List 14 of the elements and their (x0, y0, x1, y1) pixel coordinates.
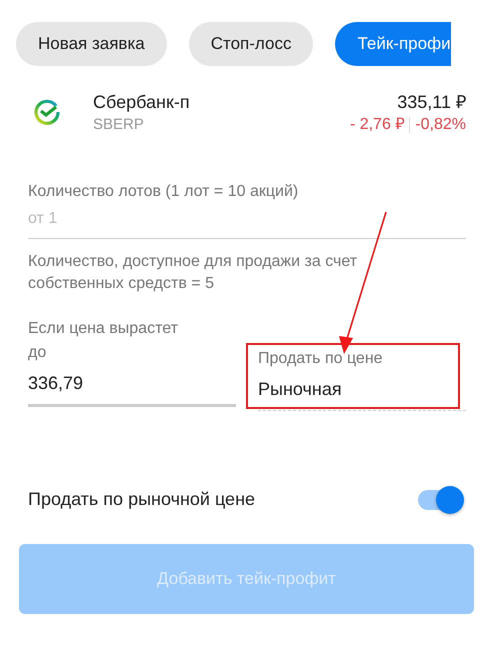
tab[interactable]: Тейк-профи (335, 22, 451, 66)
toggle-label: Продать по рыночной цене (28, 489, 256, 510)
field-label: Количество лотов (1 лот = 10 акций) (28, 182, 300, 202)
field-label: Продать по цене (258, 349, 384, 369)
percent-change: -0,82% (415, 115, 466, 135)
field-label: Если цена вырастет до (28, 319, 179, 363)
price: 335,11 ₽ (397, 91, 466, 114)
tab[interactable]: Стоп-лосс (188, 22, 314, 66)
tab[interactable]: Новая заявка (16, 22, 167, 66)
price-input-field[interactable]: 336,79 (28, 365, 236, 407)
ticker: SBERP (93, 115, 145, 135)
available-note: Количество, доступное для продажи за счет собственных средств = 5 (28, 252, 358, 294)
instrument-name: Сбербанк-п (93, 91, 191, 114)
price-change: - 2,76 ₽ (350, 115, 404, 135)
